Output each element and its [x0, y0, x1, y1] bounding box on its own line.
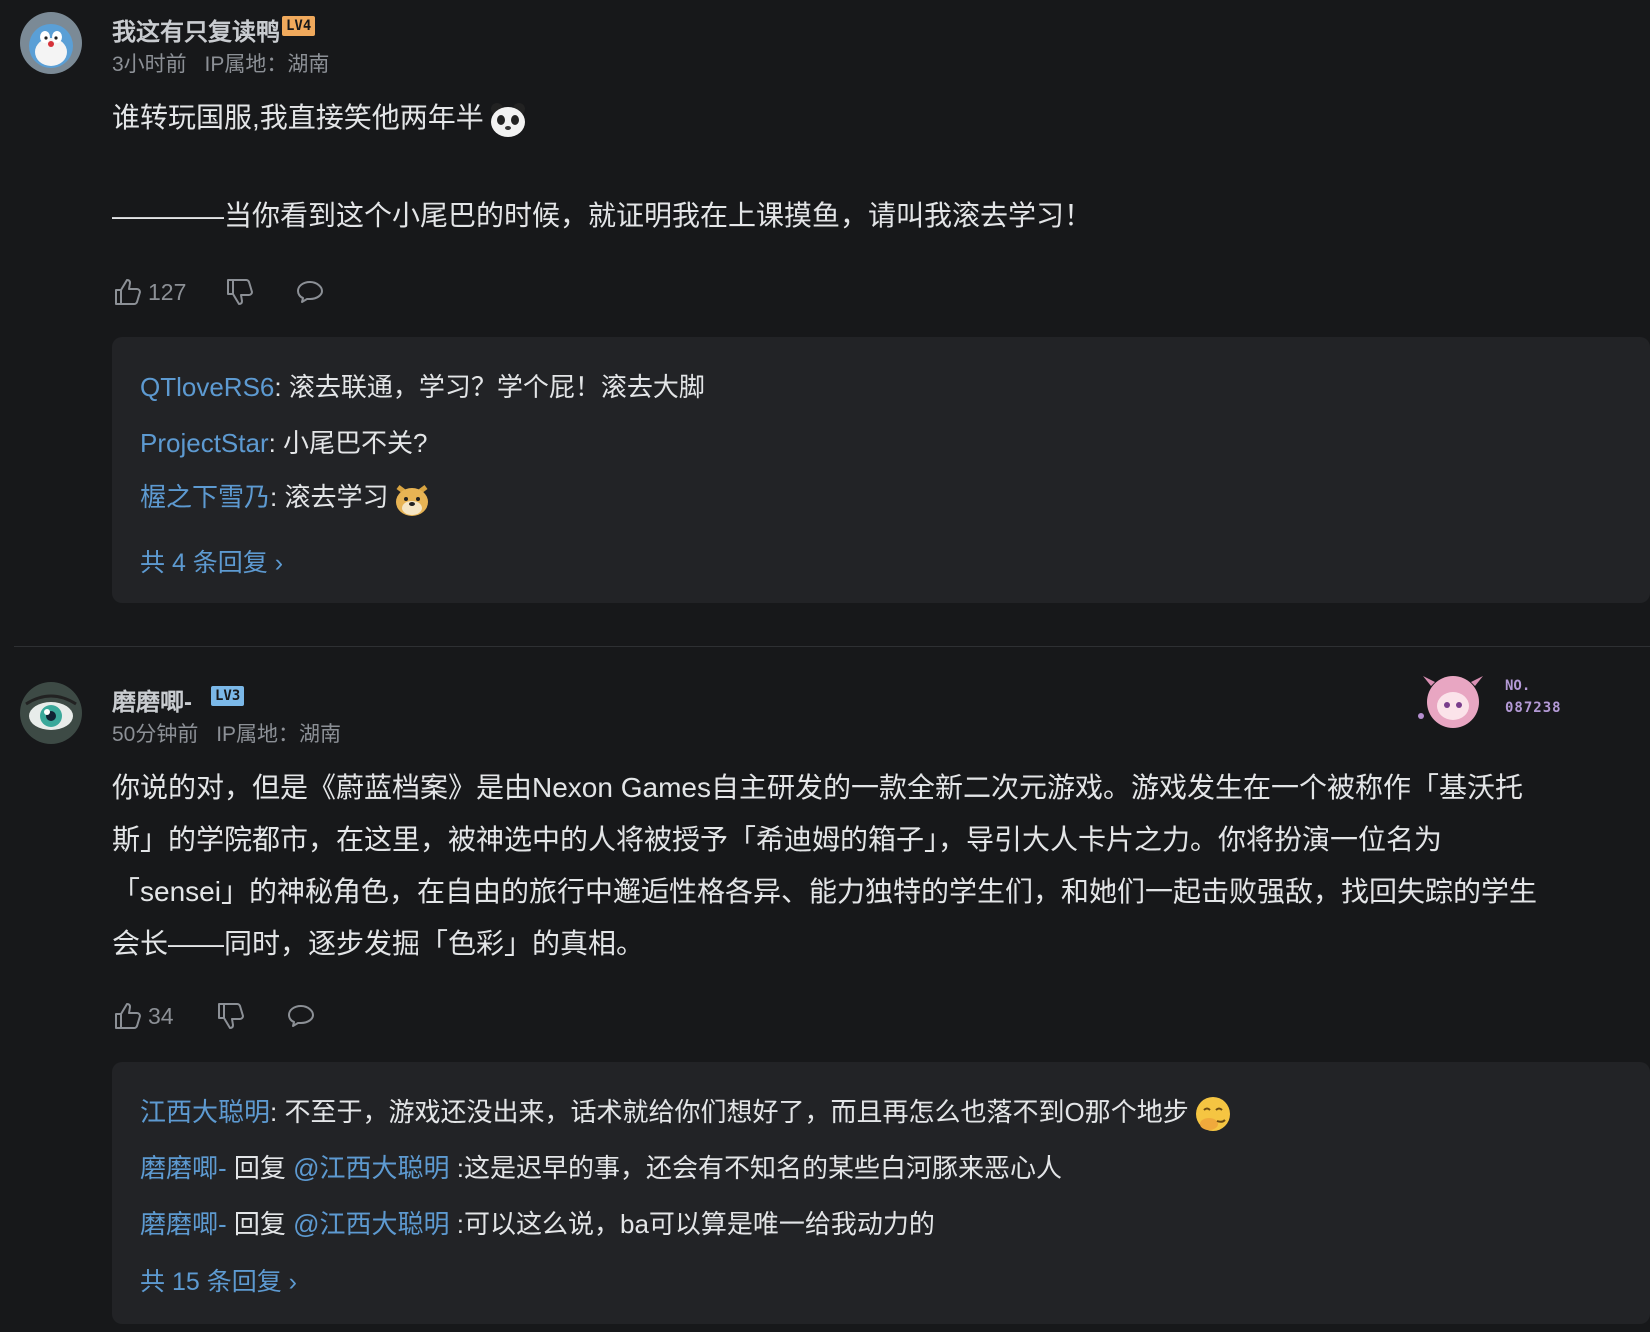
like-button[interactable]: 34	[112, 998, 174, 1034]
view-more-replies-link[interactable]: 共 15 条回复 ›	[140, 1262, 297, 1298]
reply-text: : 滚去联通，学习？学个屁！滚去大脚	[274, 372, 705, 402]
reply-text: : 小尾巴不关?	[268, 428, 428, 458]
reply-connector: 回复	[226, 1153, 294, 1183]
comment-divider	[14, 646, 1650, 647]
comment-bubble-icon	[288, 1005, 314, 1027]
comment-meta: 50分钟前 IP属地：湖南	[112, 718, 341, 748]
avatar[interactable]	[20, 12, 82, 74]
like-button[interactable]: 127	[112, 274, 186, 310]
badge-no-label: NO.	[1505, 678, 1531, 694]
anime-eye-avatar-icon	[20, 682, 82, 744]
level-badge: LV3	[211, 686, 245, 706]
reply-text: : 滚去学习	[270, 482, 389, 512]
reply-username[interactable]: 磨磨唧-	[140, 1209, 227, 1239]
reply-item[interactable]: 江西大聪明: 不至于，游戏还没出来，话术就给你们想好了，而且再怎么也落不到O那个…	[140, 1092, 1233, 1134]
reply-item[interactable]: ProjectStar: 小尾巴不关?	[140, 423, 428, 460]
like-count: 34	[148, 1002, 174, 1029]
reply-username[interactable]: 楃之下雪乃	[140, 482, 270, 512]
reply-item[interactable]: QTloveRS6: 滚去联通，学习？学个屁！滚去大脚	[140, 367, 705, 404]
username[interactable]: 磨磨唧-	[112, 682, 192, 717]
face-with-hand-emoji-icon	[1195, 1097, 1230, 1132]
view-more-replies-link[interactable]: 共 4 条回复 ›	[140, 543, 283, 579]
content-line: 「sensei」的神秘角色，在自由的旅行中邂逅性格各异、能力独特的学生们，和她们…	[112, 876, 1537, 907]
thumbs-down-icon	[227, 279, 253, 305]
content-line: 斯」的学院都市，在这里，被神选中的人将被授予「希迪姆的箱子」，导引大人卡片之力。…	[112, 824, 1443, 855]
reply-text: : 不至于，游戏还没出来，话术就给你们想好了，而且再怎么也落不到O那个地步	[270, 1097, 1189, 1127]
mention-link[interactable]: @江西大聪明	[293, 1209, 449, 1239]
like-count: 127	[148, 278, 187, 305]
reply-preview-box: QTloveRS6: 滚去联通，学习？学个屁！滚去大脚 ProjectStar:…	[112, 337, 1650, 603]
comment-time: 50分钟前	[112, 723, 199, 746]
level-badge: LV4	[282, 16, 316, 36]
content-line: 你说的对，但是《蔚蓝档案》是由Nexon Games自主研发的一款全新二次元游戏…	[112, 772, 1523, 803]
reply-username[interactable]: QTloveRS6	[140, 372, 274, 402]
reply-text: :可以这么说，ba可以算是唯一给我动力的	[449, 1209, 935, 1239]
content-line: 会长——同时，逐步发掘「色彩」的真相。	[112, 928, 645, 959]
reply-button[interactable]	[294, 274, 326, 310]
doraemon-avatar-icon	[20, 12, 82, 74]
doge-emoji-icon	[396, 485, 429, 517]
fan-badge[interactable]: NO. 087238	[1413, 668, 1638, 732]
thumbs-up-icon	[115, 1003, 141, 1029]
reply-button[interactable]	[285, 998, 317, 1034]
reply-text: :这是迟早的事，还会有不知名的某些白河豚来恶心人	[449, 1153, 1062, 1183]
content-line: ————当你看到这个小尾巴的时候，就证明我在上课摸鱼，请叫我滚去学习！	[112, 200, 1093, 231]
mention-link[interactable]: @江西大聪明	[293, 1153, 449, 1183]
ip-location: IP属地：湖南	[204, 53, 330, 76]
ip-location: IP属地：湖南	[216, 723, 342, 746]
reply-username[interactable]: ProjectStar	[140, 428, 269, 458]
reply-username[interactable]: 江西大聪明	[140, 1097, 270, 1127]
comment-content: 谁转玩国服,我直接笑他两年半 ————当你看到这个小尾巴的时候，就证明我在上课摸…	[112, 92, 1092, 242]
username[interactable]: 我这有只复读鸭	[112, 12, 280, 47]
comment-time: 3小时前	[112, 53, 187, 76]
content-line: 谁转玩国服,我直接笑他两年半	[112, 102, 484, 133]
reply-preview-box: 江西大聪明: 不至于，游戏还没出来，话术就给你们想好了，而且再怎么也落不到O那个…	[112, 1062, 1650, 1324]
reply-item[interactable]: 磨磨唧- 回复 @江西大聪明 :这是迟早的事，还会有不知名的某些白河豚来恶心人	[140, 1148, 1062, 1185]
dislike-button[interactable]	[215, 998, 247, 1034]
reply-connector: 回复	[226, 1209, 294, 1239]
dislike-button[interactable]	[224, 274, 256, 310]
thumbs-up-icon	[115, 279, 141, 305]
reply-item[interactable]: 磨磨唧- 回复 @江西大聪明 :可以这么说，ba可以算是唯一给我动力的	[140, 1204, 935, 1241]
panda-emoji-icon	[490, 102, 525, 137]
comment-meta: 3小时前 IP属地：湖南	[112, 48, 329, 78]
badge-number: 087238	[1505, 700, 1562, 716]
thumbs-down-icon	[218, 1003, 244, 1029]
avatar[interactable]	[20, 682, 82, 744]
comment-content: 你说的对，但是《蔚蓝档案》是由Nexon Games自主研发的一款全新二次元游戏…	[112, 762, 1537, 970]
reply-username[interactable]: 磨磨唧-	[140, 1153, 227, 1183]
comment-bubble-icon	[297, 281, 323, 303]
reply-item[interactable]: 楃之下雪乃: 滚去学习	[140, 477, 432, 519]
